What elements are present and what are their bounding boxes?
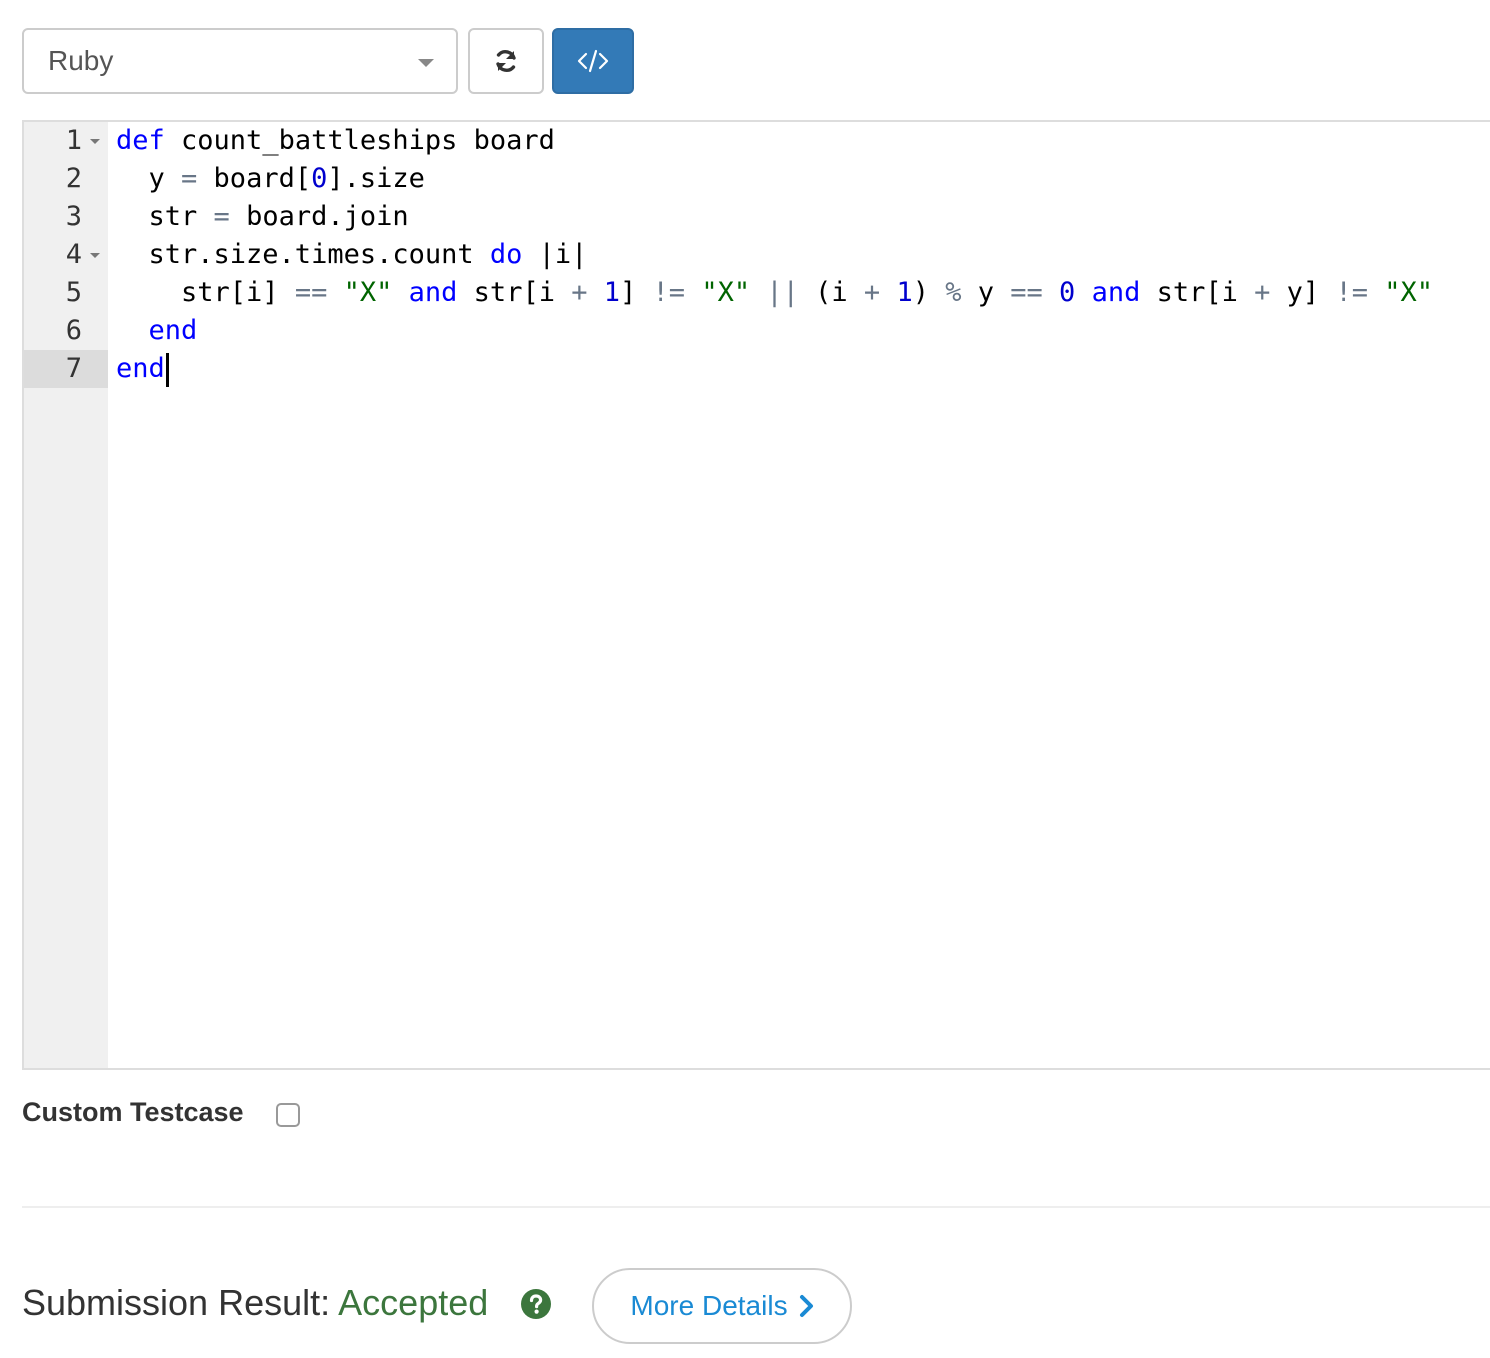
- code-line-4: str.size.times.count do |i|: [116, 239, 588, 270]
- language-select-value: Ruby: [48, 45, 114, 76]
- code-line-1: def count_battleships board: [116, 125, 555, 156]
- line-number: 7: [65, 353, 82, 384]
- refresh-icon: [496, 50, 516, 72]
- custom-testcase-checkbox[interactable]: [276, 1103, 300, 1127]
- gutter-line-2: 2: [24, 160, 108, 198]
- gutter-line-7-active: 7: [24, 350, 108, 388]
- more-details-label: More Details: [630, 1290, 788, 1321]
- code-line-6: end: [148, 315, 198, 346]
- line-number: 3: [65, 201, 82, 232]
- custom-testcase-label: Custom Testcase: [22, 1097, 244, 1127]
- code-line-5: str[i] == "X" and str[i + 1] != "X" || (…: [116, 277, 1434, 308]
- line-number: 6: [65, 315, 82, 346]
- gutter-line-5: 5: [24, 274, 108, 312]
- code-line-7: end: [116, 350, 169, 388]
- submission-status: Accepted: [338, 1282, 489, 1323]
- line-number-gutter: 1 2 3 4 5 6 7: [24, 122, 108, 1068]
- chevron-right-icon: [799, 1295, 813, 1317]
- code-editor[interactable]: 1 2 3 4 5 6 7 def count_battleships boar…: [22, 120, 1490, 1070]
- fold-arrow-icon[interactable]: [90, 139, 100, 144]
- gutter-line-4: 4: [24, 236, 108, 274]
- submission-result: Submission Result: Accepted: [22, 1282, 488, 1324]
- submission-result-label: Submission Result:: [22, 1282, 339, 1323]
- code-brackets-icon: [577, 49, 609, 73]
- line-number: 2: [65, 163, 82, 194]
- code-line-2: y = board[0].size: [116, 163, 425, 194]
- line-number: 4: [65, 239, 82, 270]
- gutter-line-1: 1: [24, 122, 108, 160]
- question-circle-icon[interactable]: [520, 1288, 552, 1320]
- gutter-line-3: 3: [24, 198, 108, 236]
- more-details-button[interactable]: More Details: [592, 1268, 852, 1344]
- text-cursor: [165, 352, 169, 387]
- line-number: 1: [65, 125, 82, 156]
- reset-code-button[interactable]: [468, 28, 544, 94]
- gutter-line-6: 6: [24, 312, 108, 350]
- fold-arrow-icon[interactable]: [90, 253, 100, 258]
- language-select[interactable]: Ruby: [22, 28, 458, 94]
- code-toggle-button[interactable]: [552, 28, 634, 94]
- line-number: 5: [65, 277, 82, 308]
- section-divider: [22, 1206, 1490, 1208]
- caret-down-icon: [418, 59, 434, 67]
- code-area[interactable]: def count_battleships board y = board[0]…: [116, 122, 1490, 1068]
- code-line-3: str = board.join: [116, 201, 409, 232]
